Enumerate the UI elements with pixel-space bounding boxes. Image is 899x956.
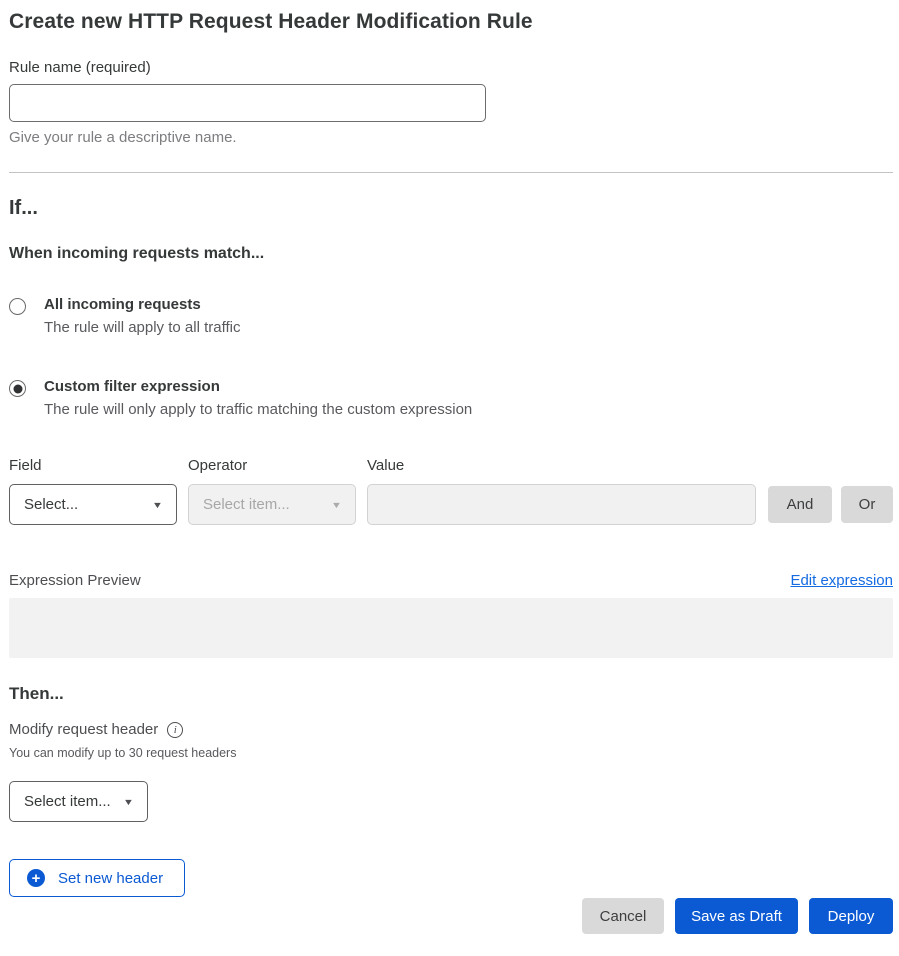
- value-column: Value: [367, 457, 756, 525]
- deploy-button[interactable]: Deploy: [809, 898, 893, 934]
- rule-name-input[interactable]: [9, 84, 486, 122]
- field-label: Field: [9, 457, 177, 474]
- match-options-group: All incoming requests The rule will appl…: [9, 296, 893, 418]
- radio-texts: Custom filter expression The rule will o…: [44, 378, 472, 418]
- radio-option-custom-filter[interactable]: Custom filter expression The rule will o…: [9, 378, 893, 418]
- footer-actions: Cancel Save as Draft Deploy: [9, 898, 893, 934]
- save-as-draft-button[interactable]: Save as Draft: [675, 898, 798, 934]
- or-button[interactable]: Or: [841, 486, 893, 523]
- field-select[interactable]: Select... ▼: [9, 484, 177, 525]
- match-subheading: When incoming requests match...: [9, 245, 893, 263]
- value-label: Value: [367, 457, 756, 474]
- field-column: Field Select... ▼: [9, 457, 177, 525]
- expression-preview-label: Expression Preview: [9, 572, 141, 589]
- radio-texts: All incoming requests The rule will appl…: [44, 296, 240, 336]
- operator-column: Operator Select item... ▼: [188, 457, 356, 525]
- expression-preview-header: Expression Preview Edit expression: [9, 572, 893, 589]
- set-new-header-button[interactable]: + Set new header: [9, 859, 185, 897]
- modify-header-label: Modify request header: [9, 721, 158, 738]
- chevron-down-icon: ▼: [152, 500, 163, 510]
- section-divider: [9, 172, 893, 173]
- radio-label[interactable]: Custom filter expression: [44, 378, 472, 395]
- cancel-button[interactable]: Cancel: [582, 898, 664, 934]
- page-title: Create new HTTP Request Header Modificat…: [9, 10, 893, 34]
- create-rule-page: Create new HTTP Request Header Modificat…: [0, 0, 899, 934]
- radio-description: The rule will only apply to traffic matc…: [44, 401, 472, 418]
- modify-header-helper: You can modify up to 30 request headers: [9, 746, 893, 760]
- radio-option-all-incoming[interactable]: All incoming requests The rule will appl…: [9, 296, 893, 336]
- then-heading: Then...: [9, 684, 893, 704]
- and-button[interactable]: And: [768, 486, 832, 523]
- rule-name-label: Rule name (required): [9, 59, 893, 76]
- action-row: Modify request header i: [9, 721, 893, 738]
- plus-circle-icon: +: [27, 869, 45, 887]
- header-action-select[interactable]: Select item... ▼: [9, 781, 148, 822]
- radio-description: The rule will apply to all traffic: [44, 319, 240, 336]
- operator-label: Operator: [188, 457, 356, 474]
- operator-select-value: Select item...: [203, 496, 290, 513]
- radio-button-custom-filter[interactable]: [9, 380, 26, 397]
- if-heading: If...: [9, 197, 893, 220]
- radio-button-all-incoming[interactable]: [9, 298, 26, 315]
- chevron-down-icon: ▼: [123, 797, 134, 807]
- rule-name-helper: Give your rule a descriptive name.: [9, 129, 893, 146]
- radio-label[interactable]: All incoming requests: [44, 296, 240, 313]
- set-new-header-label: Set new header: [58, 870, 163, 887]
- operator-select[interactable]: Select item... ▼: [188, 484, 356, 525]
- edit-expression-link[interactable]: Edit expression: [790, 572, 893, 589]
- value-input[interactable]: [367, 484, 756, 525]
- header-action-select-value: Select item...: [24, 793, 111, 810]
- expression-preview-box: [9, 598, 893, 658]
- field-select-value: Select...: [24, 496, 78, 513]
- expression-builder-row: Field Select... ▼ Operator Select item..…: [9, 457, 893, 525]
- chevron-down-icon: ▼: [331, 500, 342, 510]
- info-icon[interactable]: i: [167, 722, 183, 738]
